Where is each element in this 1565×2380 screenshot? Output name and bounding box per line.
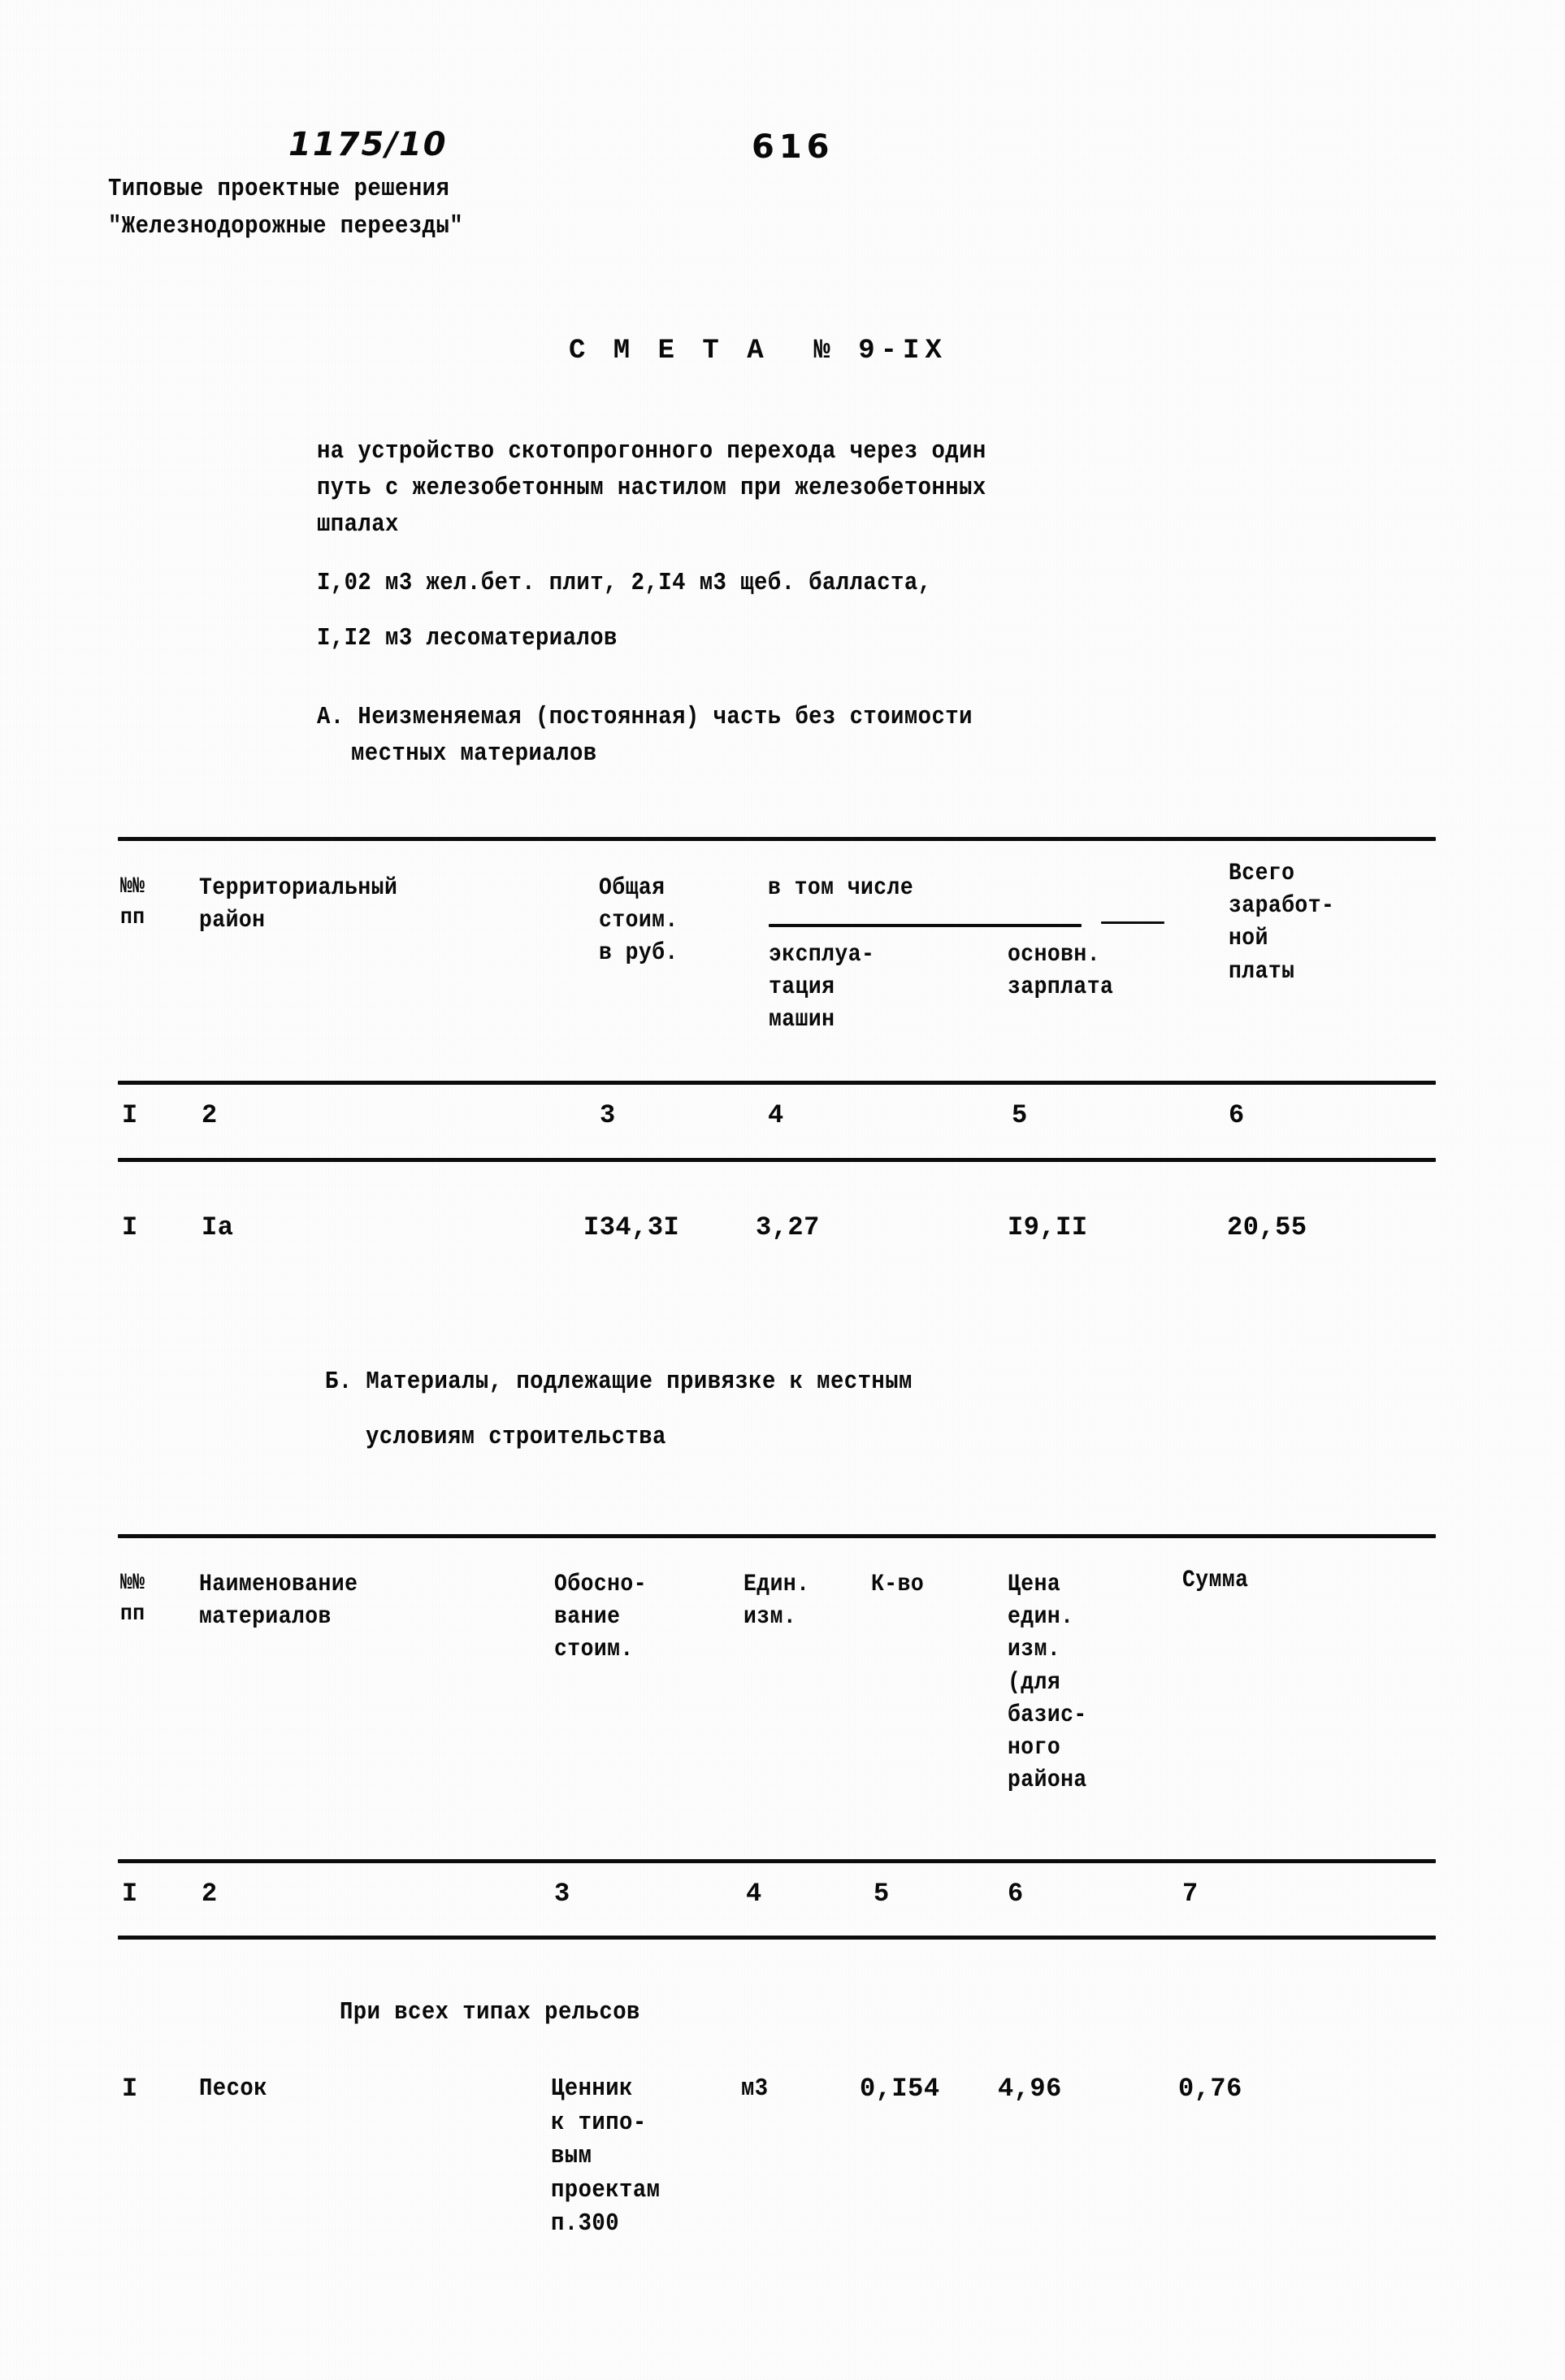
- table-b-header-no: №№ пп: [120, 1571, 145, 1627]
- table-b-top-rule: [118, 1534, 1436, 1538]
- table-b-row-unit: м3: [741, 2074, 769, 2103]
- table-b-colnum-5: 5: [874, 1879, 890, 1909]
- table-a-row-total-wages: 20,55: [1227, 1212, 1307, 1242]
- table-b-colnum-3: 3: [554, 1879, 570, 1909]
- section-a-heading-line-1: А. Неизменяемая (постоянная) часть без с…: [317, 703, 973, 731]
- table-b-row-sum: 0,76: [1178, 2074, 1242, 2104]
- table-b-colnum-6: 6: [1008, 1879, 1024, 1909]
- table-a-row-region: Iа: [202, 1212, 234, 1242]
- table-a-row-wages: I9,II: [1008, 1212, 1088, 1242]
- table-a-colnum-2: 2: [202, 1100, 218, 1130]
- table-b-header-unit: Един. изм.: [743, 1571, 810, 1632]
- table-a-header-total-wages: Всего заработ- ной платы: [1229, 860, 1335, 986]
- table-a-header-region: Территориальный район: [199, 874, 398, 935]
- table-a-colnum-3: 3: [600, 1100, 616, 1130]
- subject-line-1: на устройство скотопрогонного перехода ч…: [317, 437, 986, 466]
- table-b-subheading: При всех типах рельсов: [340, 1998, 640, 2027]
- table-a-colnum-5: 5: [1012, 1100, 1028, 1130]
- document-page: 1175/10 616 Типовые проектные решения "Ж…: [0, 0, 1565, 2380]
- subject-line-3: шпалах: [317, 510, 399, 539]
- table-b-header-price: Цена един. изм. (для базис- ного района: [1008, 1571, 1087, 1795]
- table-a-header-wages: основн. зарплата: [1008, 941, 1114, 1002]
- table-b-colnum-7: 7: [1182, 1879, 1199, 1909]
- table-a-colnum-1: I: [122, 1100, 138, 1130]
- table-a-group-rule-dash: [1101, 921, 1164, 924]
- table-b-colnum-2: 2: [202, 1879, 218, 1909]
- quantities-line-2: I,I2 м3 лесоматериалов: [317, 624, 618, 652]
- table-b-row-basis: Ценник к типо- вым проектам п.300: [551, 2074, 661, 2239]
- page-number: 616: [752, 128, 835, 166]
- table-b-colnum-4: 4: [746, 1879, 762, 1909]
- table-a-top-rule: [118, 837, 1436, 841]
- section-b-heading-line-2: условиям строительства: [366, 1423, 666, 1451]
- table-b-row-no: I: [122, 2074, 138, 2104]
- table-a-header-group: в том числе: [768, 874, 914, 902]
- table-b-row-qty: 0,I54: [860, 2074, 940, 2104]
- table-a-colnum-4: 4: [768, 1100, 784, 1130]
- document-code: 1175/10: [288, 126, 448, 163]
- table-b-header-basis: Обосно- вание стоим.: [554, 1571, 647, 1664]
- table-b-header-sum: Сумма: [1182, 1567, 1249, 1594]
- quantities-line-1: I,02 м3 жел.бет. плит, 2,I4 м3 щеб. балл…: [317, 569, 932, 597]
- table-a-colnum-6: 6: [1229, 1100, 1245, 1130]
- table-a-colnum-bottom-rule: [118, 1158, 1436, 1162]
- table-a-row-machines: 3,27: [756, 1212, 820, 1242]
- table-a-header-bottom-rule: [118, 1081, 1436, 1085]
- series-line-1: Типовые проектные решения: [108, 175, 450, 203]
- table-a-header-no: №№ пп: [120, 874, 145, 930]
- section-a-heading-line-2: местных материалов: [351, 739, 597, 768]
- table-b-colnum-1: I: [122, 1879, 138, 1909]
- table-a-header-total: Общая стоим. в руб.: [599, 874, 678, 968]
- page-title: С М Е Т А № 9-IX: [569, 336, 947, 366]
- table-b-header-qty: К-во: [871, 1571, 925, 1598]
- table-a-row-total: I34,3I: [583, 1212, 680, 1242]
- table-b-header-bottom-rule: [118, 1859, 1436, 1863]
- section-b-heading-line-1: Б. Материалы, подлежащие привязке к мест…: [325, 1368, 913, 1396]
- table-b-row-price: 4,96: [998, 2074, 1062, 2104]
- table-b-row-name: Песок: [199, 2074, 268, 2103]
- table-a-row-no: I: [122, 1212, 138, 1242]
- table-b-header-name: Наименование материалов: [199, 1571, 358, 1632]
- subject-line-2: путь с железобетонным настилом при желез…: [317, 474, 986, 502]
- table-a-header-machines: эксплуа- тация машин: [769, 941, 875, 1034]
- series-line-2: "Железнодорожные переезды": [108, 212, 464, 241]
- table-b-colnum-bottom-rule: [118, 1936, 1436, 1940]
- table-a-group-rule: [769, 924, 1082, 927]
